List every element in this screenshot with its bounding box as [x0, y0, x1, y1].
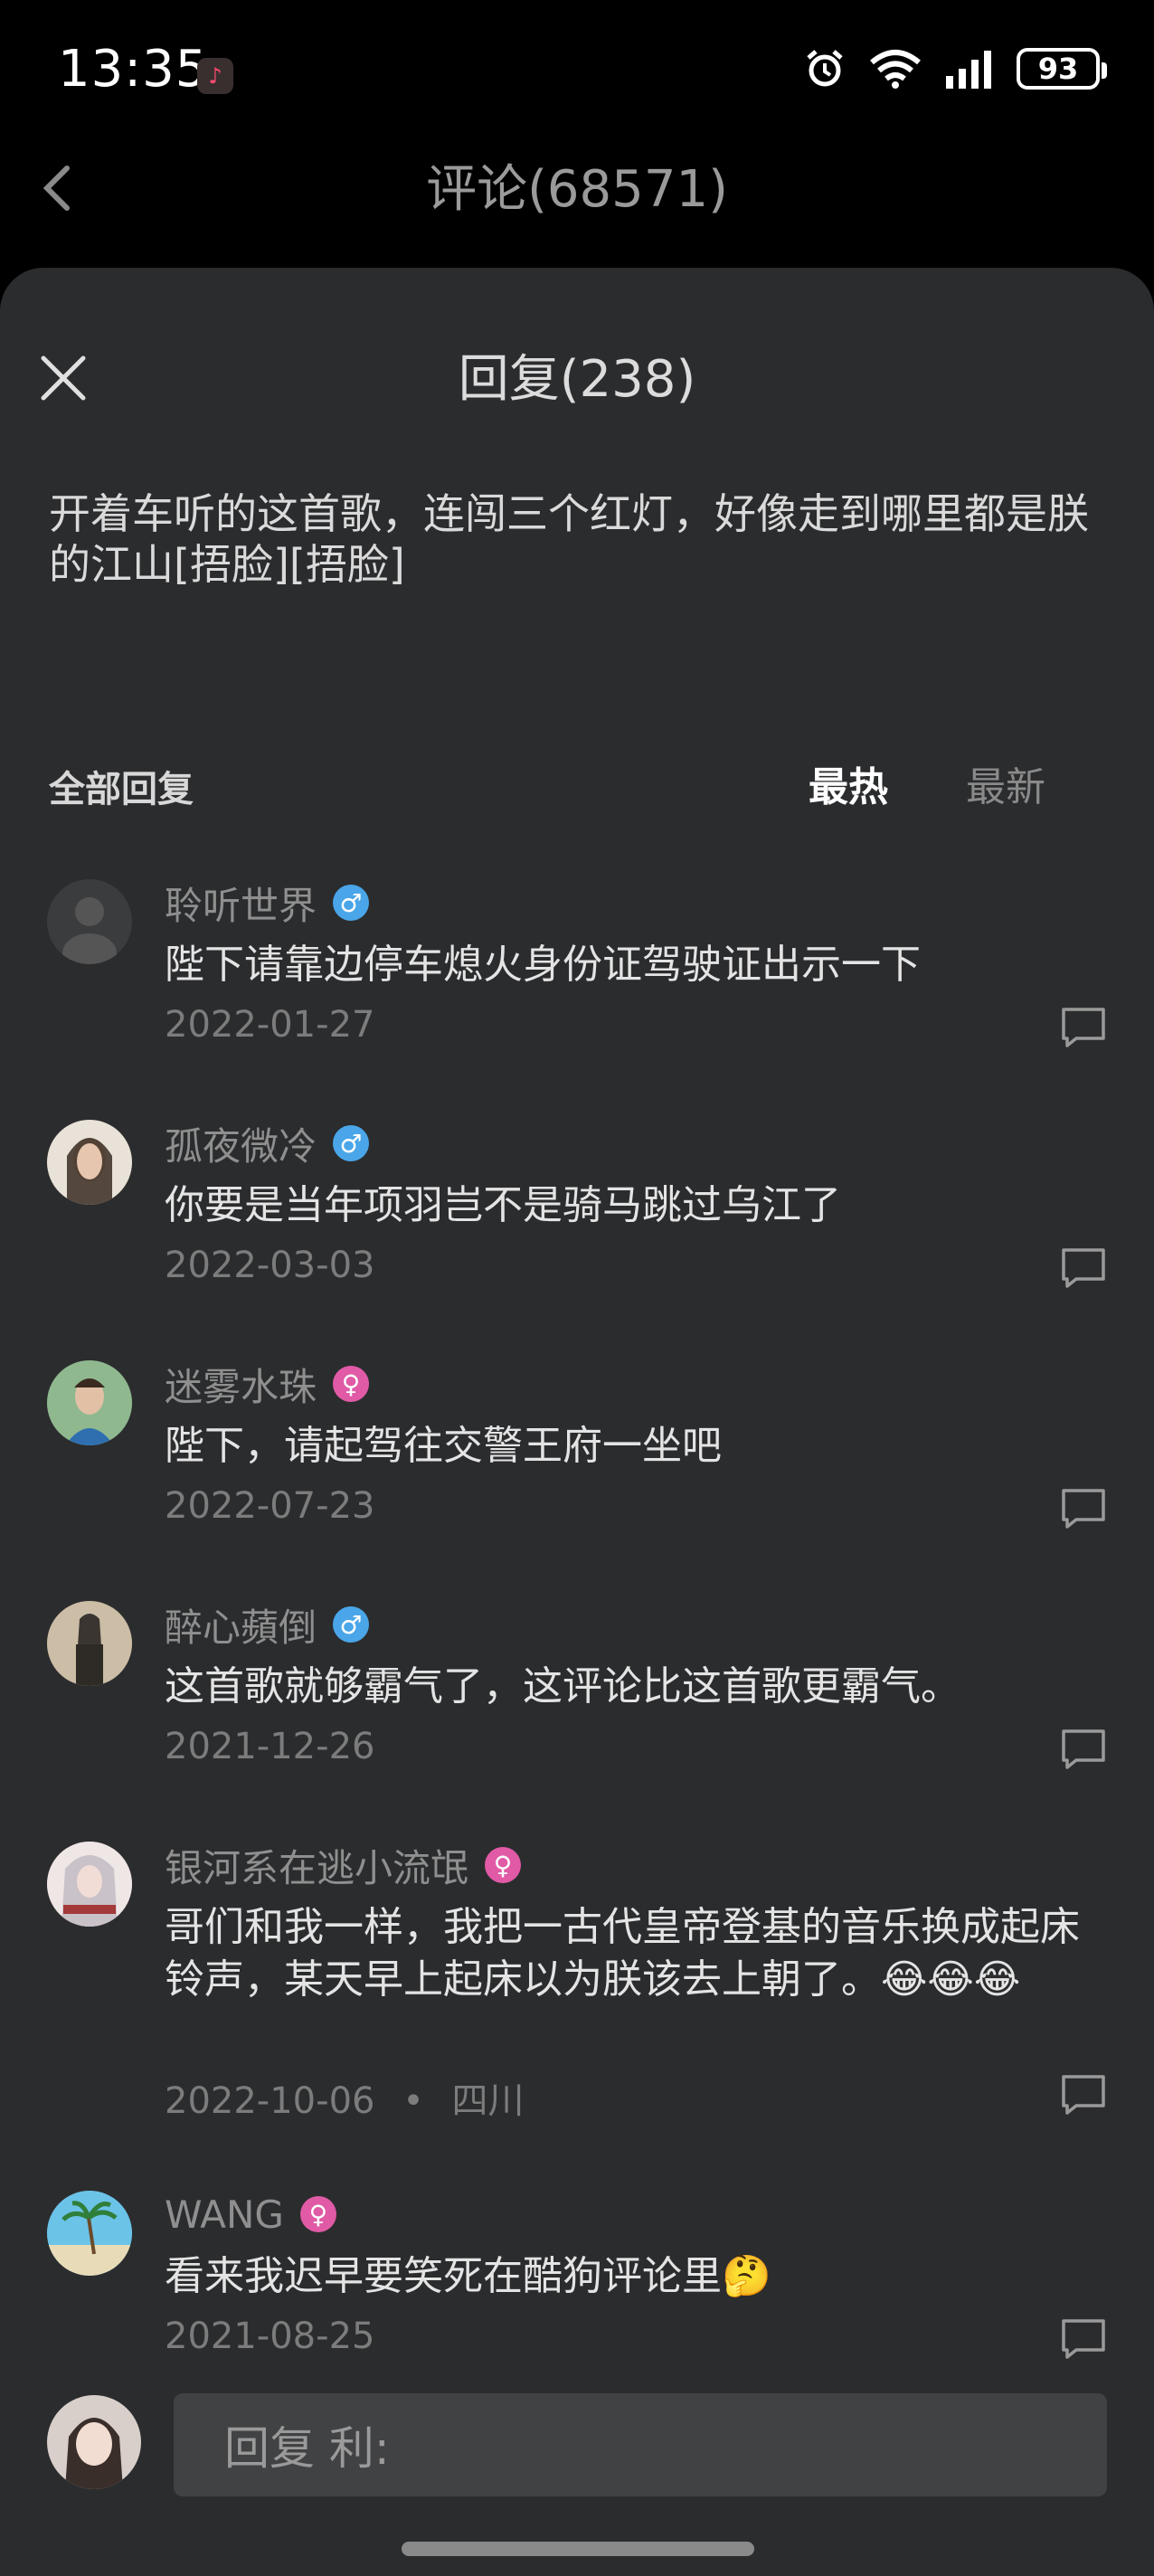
notification-app-icon: ♪ — [197, 58, 233, 94]
reply-date: 2022-10-06 — [165, 2080, 375, 2122]
comment-icon[interactable] — [1060, 2317, 1107, 2361]
username[interactable]: 聆听世界 — [165, 876, 317, 931]
comment-icon[interactable] — [1060, 1728, 1107, 1771]
avatar[interactable] — [47, 879, 132, 964]
replies-header: 全部回复 最热 最新 — [49, 754, 1107, 812]
reply-date: 2022-07-23 — [165, 1485, 375, 1527]
male-gender-icon: ♂ — [333, 885, 370, 921]
reply-sheet: 回复(238) 开着车听的这首歌，连闯三个红灯，好像走到哪里都是朕的江山[捂脸]… — [0, 268, 1154, 2576]
default-avatar-icon — [62, 897, 117, 964]
top-nav: 评论(68571) — [0, 136, 1154, 271]
user-avatar-icon — [47, 2191, 132, 2276]
reply-date-row: 2022-10-06 • 四川 — [165, 2071, 525, 2124]
reply-item: WANG ♀ 看来我迟早要笑死在酷狗评论里🤔 2021-08-25 — [0, 2189, 1154, 2388]
username[interactable]: 银河系在逃小流氓 — [165, 1838, 468, 1893]
reply-item: 醉心蘋倒 ♂ 这首歌就够霸气了，这评论比这首歌更霸气。 2021-12-26 — [0, 1599, 1154, 1798]
username[interactable]: 醉心蘋倒 — [165, 1597, 317, 1653]
reply-date: 2021-08-25 — [165, 2316, 375, 2357]
reply-item: 迷雾水珠 ♀ 陛下，请起驾往交警王府一坐吧 2022-07-23 — [0, 1359, 1154, 1558]
reply-text: 哥们和我一样，我把一古代皇帝登基的音乐换成起床铃声，某天早上起床以为朕该去上朝了… — [165, 1904, 1080, 2003]
reply-item: 孤夜微冷 ♂ 你要是当年项羽岂不是骑马跳过乌江了 2022-03-03 — [0, 1118, 1154, 1317]
reply-date: 2022-01-27 — [165, 1004, 375, 1046]
original-comment: 开着车听的这首歌，连闯三个红灯，好像走到哪里都是朕的江山[捂脸][捂脸] — [49, 489, 1089, 589]
reply-item: 银河系在逃小流氓 ♀ 哥们和我一样，我把一古代皇帝登基的音乐换成起床铃声，某天早… — [0, 1840, 1154, 2147]
reply-item: 聆听世界 ♂ 陛下请靠边停车熄火身份证驾驶证出示一下 2022-01-27 — [0, 877, 1154, 1076]
status-time: 13:35 — [58, 40, 209, 99]
sort-hot-tab[interactable]: 最热 — [809, 754, 888, 812]
signal-icon — [946, 51, 991, 89]
separator-dot: • — [402, 2080, 424, 2122]
avatar[interactable] — [47, 1842, 132, 1927]
status-bar: 13:35 ♪ 93 — [0, 0, 1154, 136]
avatar[interactable] — [47, 1360, 132, 1445]
user-avatar-icon — [47, 1360, 132, 1445]
section-title: 全部回复 — [49, 769, 194, 810]
reply-text: 陛下，请起驾往交警王府一坐吧 — [165, 1423, 722, 1469]
sort-new-tab[interactable]: 最新 — [966, 754, 1045, 812]
female-gender-icon: ♀ — [485, 1847, 522, 1883]
female-gender-icon: ♀ — [299, 2196, 336, 2232]
user-avatar-icon — [47, 1120, 132, 1205]
username[interactable]: 孤夜微冷 — [165, 1116, 317, 1171]
user-avatar-icon — [47, 2395, 141, 2489]
reply-date: 2022-03-03 — [165, 1245, 375, 1286]
reply-location: 四川 — [451, 2080, 525, 2122]
my-avatar[interactable] — [47, 2395, 141, 2489]
reply-text: 这首歌就够霸气了，这评论比这首歌更霸气。 — [165, 1663, 960, 1709]
alarm-icon — [807, 50, 843, 87]
male-gender-icon: ♂ — [333, 1606, 370, 1643]
username[interactable]: 迷雾水珠 — [165, 1357, 317, 1412]
reply-input-bar: 回复 利: — [0, 2370, 1154, 2514]
avatar[interactable] — [47, 1120, 132, 1205]
female-gender-icon: ♀ — [333, 1366, 370, 1402]
reply-text: 你要是当年项羽岂不是骑马跳过乌江了 — [165, 1182, 841, 1228]
reply-input[interactable]: 回复 利: — [174, 2393, 1107, 2496]
comment-icon[interactable] — [1060, 2073, 1107, 2117]
avatar[interactable] — [47, 1601, 132, 1686]
comment-icon[interactable] — [1060, 1487, 1107, 1530]
home-indicator[interactable] — [402, 2542, 754, 2556]
username[interactable]: WANG — [165, 2192, 284, 2237]
reply-text: 陛下请靠边停车熄火身份证驾驶证出示一下 — [165, 942, 921, 988]
user-avatar-icon — [47, 1601, 132, 1686]
reply-date: 2021-12-26 — [165, 1726, 375, 1767]
reply-text: 看来我迟早要笑死在酷狗评论里🤔 — [165, 2253, 771, 2299]
battery-indicator: 93 — [1017, 48, 1107, 90]
user-avatar-icon — [47, 1842, 132, 1927]
wifi-icon — [870, 50, 921, 89]
comment-icon[interactable] — [1060, 1006, 1107, 1049]
male-gender-icon: ♂ — [333, 1125, 370, 1161]
page-title: 评论(68571) — [426, 160, 728, 219]
sheet-title: 回复(238) — [458, 350, 696, 409]
status-icons: 93 — [803, 47, 1107, 90]
comment-icon[interactable] — [1060, 1246, 1107, 1290]
battery-level: 93 — [1037, 52, 1079, 86]
avatar[interactable] — [47, 2191, 132, 2276]
